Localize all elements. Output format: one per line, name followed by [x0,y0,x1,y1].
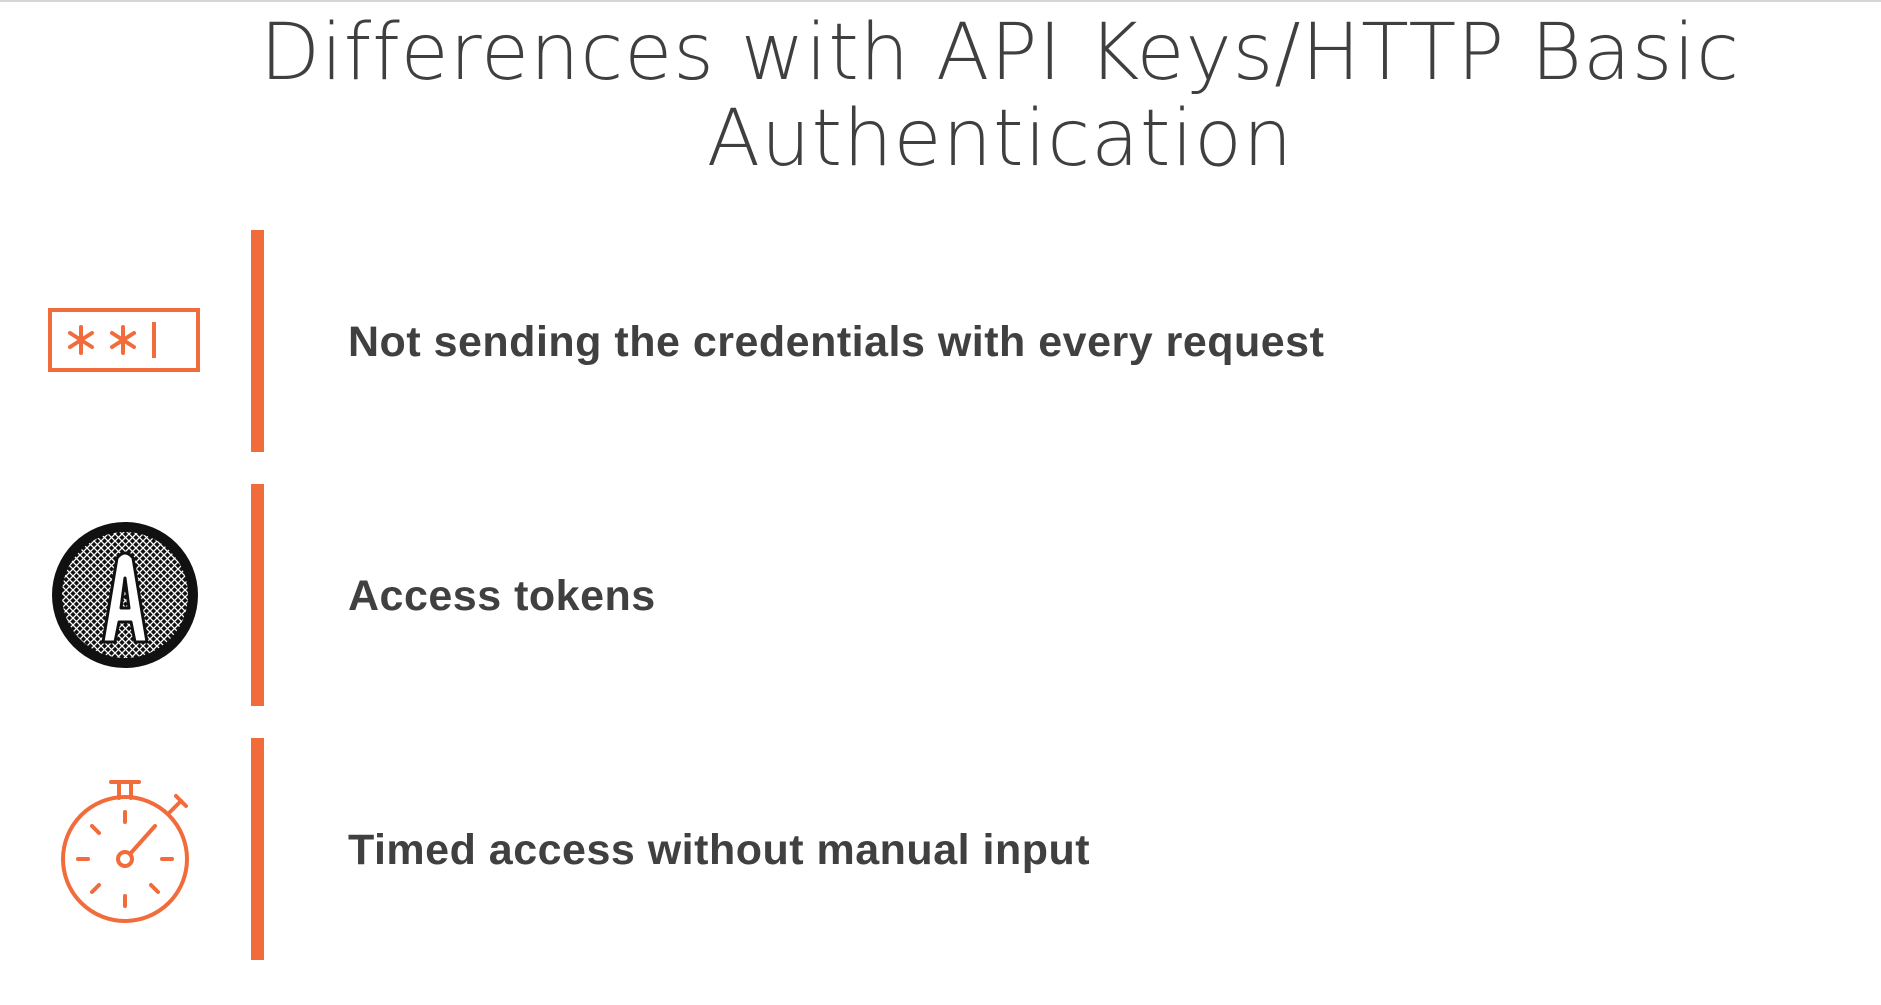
list-item-label: Access tokens [348,572,656,620]
accent-bar [251,738,264,960]
list-item-label: Timed access without manual input [348,826,1091,874]
list-item-label: Not sending the credentials with every r… [348,318,1325,366]
list-item: Timed access without manual input [0,738,1881,960]
list-item: Not sending the credentials with every r… [0,230,1881,452]
accent-bar [251,230,264,452]
slide-title-line-2: Authentication [706,94,1294,184]
accent-bar [251,484,264,706]
top-divider [0,0,1881,2]
slide-title: Differences with API Keys/HTTP Basic Aut… [120,10,1880,182]
stopwatch-icon [45,774,205,924]
access-token-badge-icon [45,520,205,670]
slide-title-line-1: Differences with API Keys/HTTP Basic [260,8,1740,98]
list-item: Access tokens [0,484,1881,706]
password-field-icon [45,266,205,416]
